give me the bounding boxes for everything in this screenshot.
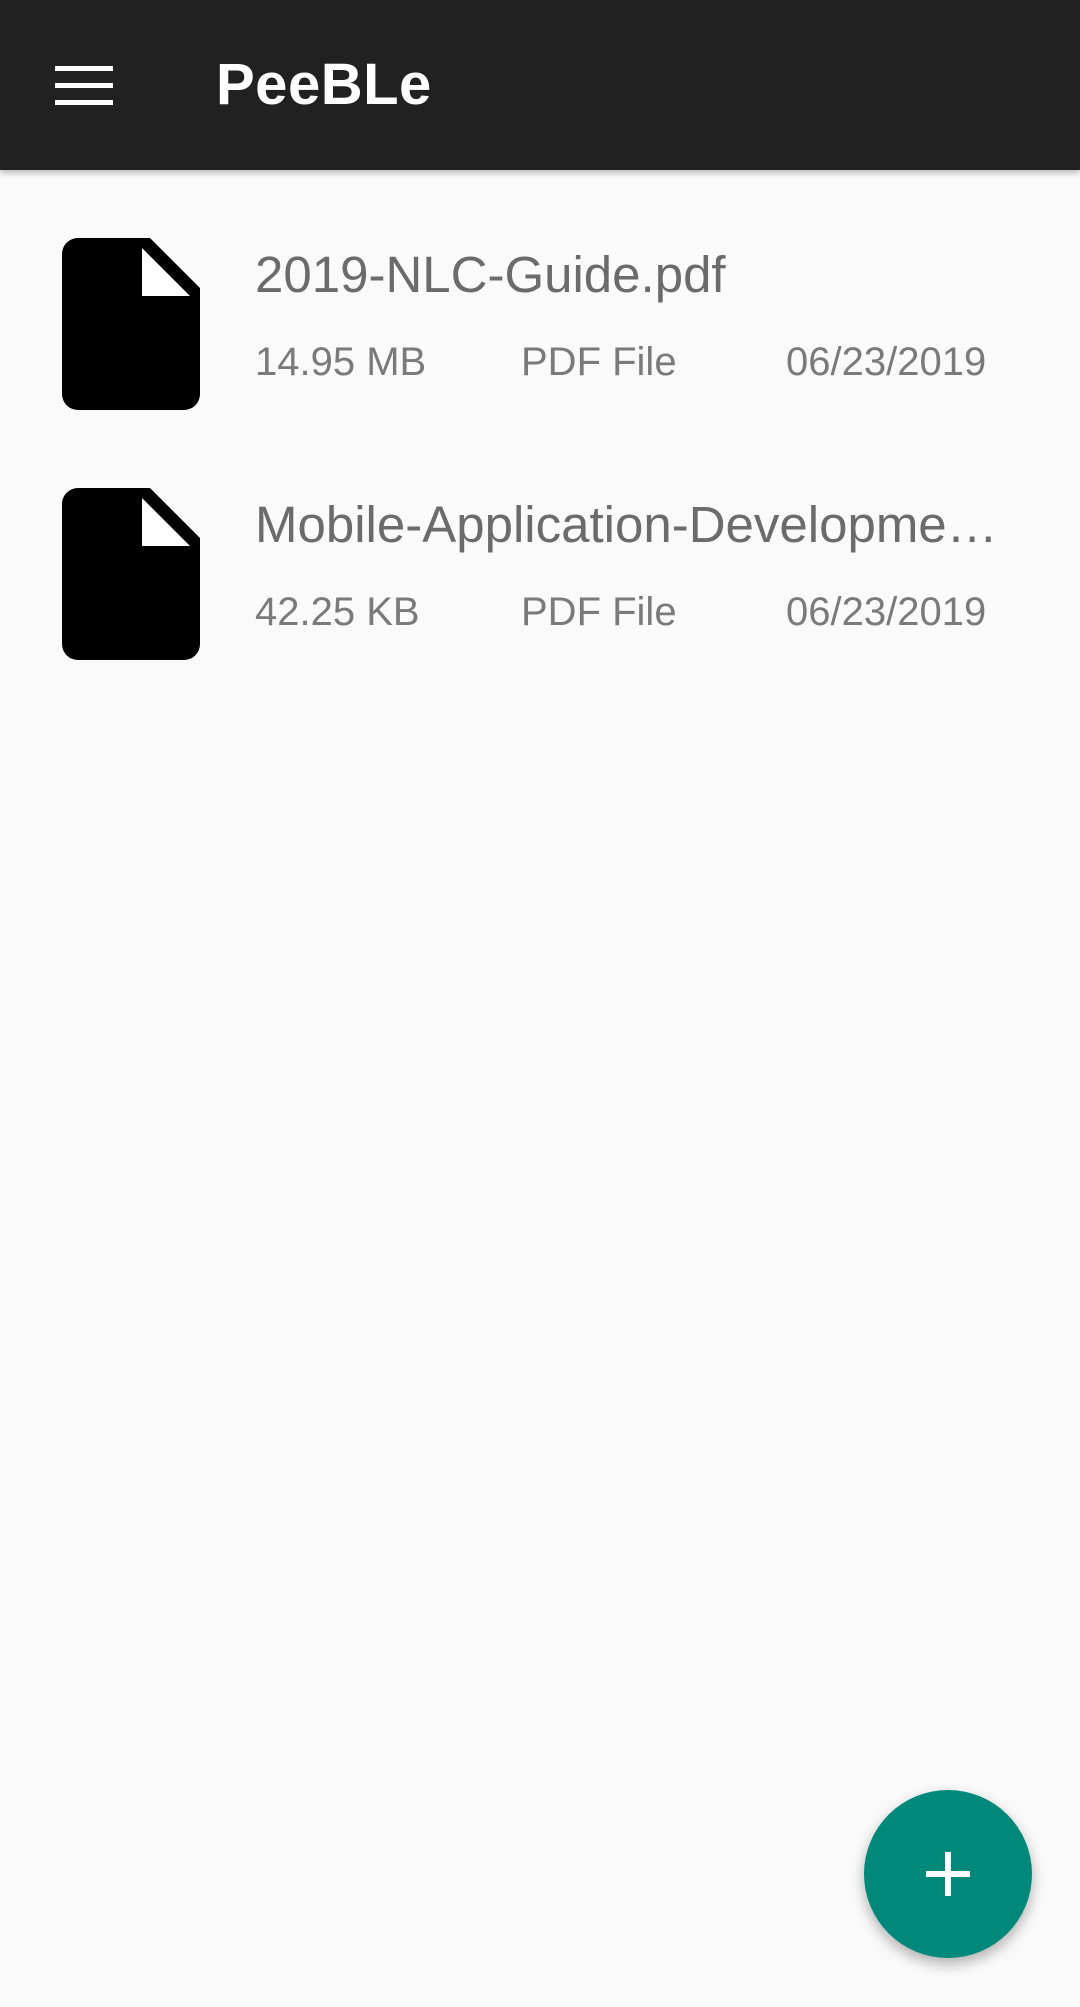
menu-button[interactable] bbox=[28, 30, 140, 142]
file-date: 06/23/2019 bbox=[786, 590, 987, 634]
plus-icon bbox=[926, 1852, 970, 1896]
file-list-item[interactable]: 2019-NLC-Guide.pdf 14.95 MB PDF File 06/… bbox=[0, 170, 1080, 420]
hamburger-menu-icon bbox=[55, 66, 113, 105]
file-name: Mobile-Application-Developme… bbox=[255, 496, 998, 553]
file-date: 06/23/2019 bbox=[786, 340, 987, 384]
file-size: 14.95 MB bbox=[255, 340, 427, 384]
app-bar: PeeBLe bbox=[0, 0, 1080, 170]
file-list: 2019-NLC-Guide.pdf 14.95 MB PDF File 06/… bbox=[0, 170, 1080, 670]
file-list-item[interactable]: Mobile-Application-Developme… 42.25 KB P… bbox=[0, 420, 1080, 670]
file-name: 2019-NLC-Guide.pdf bbox=[255, 246, 726, 303]
document-icon bbox=[62, 488, 200, 660]
file-size: 42.25 KB bbox=[255, 590, 420, 634]
document-icon bbox=[62, 238, 200, 410]
file-type: PDF File bbox=[521, 340, 677, 384]
add-file-button[interactable] bbox=[864, 1790, 1032, 1958]
app-title: PeeBLe bbox=[216, 52, 432, 117]
file-type: PDF File bbox=[521, 590, 677, 634]
